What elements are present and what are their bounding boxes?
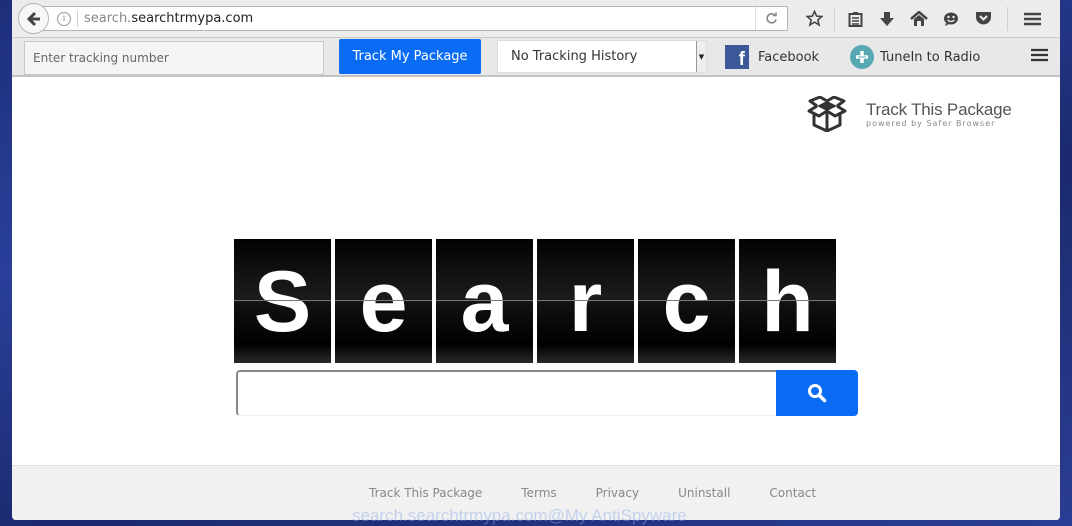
reload-icon <box>766 12 777 24</box>
search-logo-tile: r <box>537 239 634 363</box>
reading-list-icon[interactable] <box>839 6 871 31</box>
search-logo-tile: S <box>234 239 331 363</box>
download-icon[interactable] <box>871 6 903 31</box>
history-selected-value: No Tracking History <box>511 49 638 64</box>
search-logo-tile: a <box>436 239 533 363</box>
url-text[interactable]: search.searchtrmypa.com <box>84 11 253 26</box>
brand-subtitle: powered by Safer Browser <box>866 119 996 128</box>
footer-link-terms[interactable]: Terms <box>521 486 556 500</box>
site-info-icon[interactable]: i <box>57 11 71 26</box>
facebook-link[interactable]: f Facebook <box>725 45 819 69</box>
watermark-text: search.searchtrmypa.com@My AntiSpyware <box>352 506 687 525</box>
search-logo-tile: c <box>638 239 735 363</box>
search-logo-tile: e <box>335 239 432 363</box>
track-package-button[interactable]: Track My Package <box>339 39 481 74</box>
search-logo: S e a r c h <box>234 239 836 363</box>
package-box-icon <box>807 96 847 132</box>
tracking-history-select[interactable]: No Tracking History ▼ <box>497 40 707 73</box>
url-prefix: search. <box>84 11 132 26</box>
footer-link-track-this-package[interactable]: Track This Package <box>369 486 482 500</box>
extension-toolbar: Track My Package No Tracking History ▼ f… <box>12 38 1060 77</box>
page-content: Track This Package powered by Safer Brow… <box>12 77 1060 465</box>
tunein-icon <box>850 45 874 69</box>
facebook-icon: f <box>725 45 749 69</box>
brand-title: Track This Package <box>866 100 1012 119</box>
home-icon[interactable] <box>903 6 935 31</box>
footer-link-privacy[interactable]: Privacy <box>596 486 639 500</box>
facebook-label: Facebook <box>758 49 820 65</box>
back-arrow-icon <box>26 11 40 26</box>
footer-links: Track This Package Terms Privacy Uninsta… <box>369 486 855 500</box>
url-bar[interactable]: i search.searchtrmypa.com <box>36 6 788 31</box>
url-separator <box>77 10 78 27</box>
brand-logo[interactable]: Track This Package powered by Safer Brow… <box>806 96 1012 132</box>
back-button[interactable] <box>18 3 49 34</box>
star-icon[interactable] <box>798 6 830 31</box>
nav-icon-group <box>798 6 1048 31</box>
url-domain: searchtrmypa.com <box>131 11 254 26</box>
toolbar-divider <box>1007 6 1008 31</box>
search-logo-tile: h <box>739 239 836 363</box>
tunein-link[interactable]: TuneIn to Radio <box>850 45 980 69</box>
search-icon <box>808 384 827 403</box>
pocket-icon[interactable] <box>967 6 999 31</box>
dropdown-arrow-icon[interactable]: ▼ <box>696 41 706 72</box>
footer-link-contact[interactable]: Contact <box>769 486 816 500</box>
reload-button[interactable] <box>755 7 787 30</box>
browser-window: i search.searchtrmypa.com Enter tracking… <box>12 0 1060 520</box>
tunein-label: TuneIn to Radio <box>880 49 981 65</box>
hello-icon[interactable] <box>935 6 967 31</box>
toolbar-divider <box>834 6 835 31</box>
search-input[interactable] <box>236 370 777 416</box>
tracking-number-input[interactable] <box>24 41 324 75</box>
search-button[interactable] <box>776 370 858 416</box>
brand-text: Track This Package powered by Safer Brow… <box>866 100 1012 128</box>
navigation-bar: i search.searchtrmypa.com <box>12 0 1060 38</box>
toolbar-menu-icon[interactable] <box>1031 47 1048 66</box>
footer-link-uninstall[interactable]: Uninstall <box>678 486 730 500</box>
menu-icon[interactable] <box>1016 6 1048 31</box>
